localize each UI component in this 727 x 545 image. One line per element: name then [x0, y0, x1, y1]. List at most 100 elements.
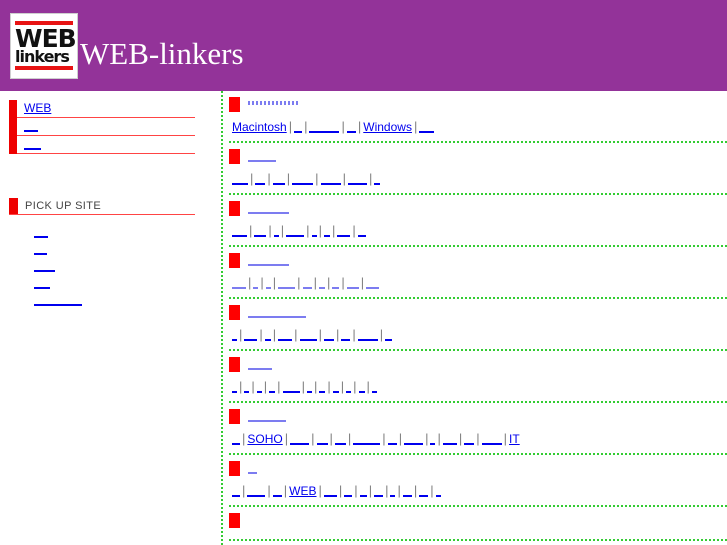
category-link-5[interactable]: [419, 119, 435, 133]
category-link-0[interactable]: [232, 483, 240, 497]
pickup-site-link-0[interactable]: [34, 224, 48, 238]
category-title[interactable]: [248, 408, 286, 424]
link-separator: |: [354, 483, 358, 498]
red-square-bullet-icon: [229, 460, 240, 476]
category-link-5[interactable]: [347, 171, 367, 185]
sidebar-nav-row[interactable]: [17, 118, 195, 136]
link-separator: |: [342, 171, 346, 186]
category-link-4[interactable]: [299, 327, 317, 341]
category-link-3[interactable]: [278, 327, 293, 341]
link-separator: |: [413, 483, 418, 498]
sidebar-nav-row[interactable]: [17, 136, 195, 154]
category-link-3[interactable]: WEB: [289, 484, 316, 498]
link-separator: |: [248, 275, 252, 290]
category-title[interactable]: [248, 148, 276, 164]
category-link-7[interactable]: [404, 431, 424, 445]
category-link-12[interactable]: IT: [509, 432, 520, 446]
category-link-2[interactable]: [272, 483, 282, 497]
link-separator: |: [313, 275, 317, 290]
category-title-link-6[interactable]: [248, 408, 286, 422]
category-link-4[interactable]: Windows: [363, 120, 412, 134]
category-link-1[interactable]: SOHO: [247, 432, 282, 446]
category-link-6[interactable]: [337, 223, 351, 237]
category-link-9[interactable]: [358, 379, 365, 393]
category-title-link-4[interactable]: [248, 304, 306, 318]
category-title-link-7[interactable]: [248, 460, 257, 474]
category-link-5[interactable]: [323, 327, 334, 341]
category-link-9[interactable]: [402, 483, 412, 497]
pickup-site-item[interactable]: [9, 224, 195, 241]
category-link-1[interactable]: [244, 327, 258, 341]
category-title-link[interactable]: [248, 100, 300, 109]
sidebar-nav-row[interactable]: WEB: [17, 100, 195, 118]
category-link-3[interactable]: [316, 431, 328, 445]
category-link-6[interactable]: [387, 431, 397, 445]
category-link-4[interactable]: [323, 483, 337, 497]
category-link-6[interactable]: [359, 483, 367, 497]
category-link-9[interactable]: [442, 431, 457, 445]
category-link-4[interactable]: [320, 171, 341, 185]
category-title-link-2[interactable]: [248, 200, 289, 214]
category-link-2[interactable]: [290, 431, 310, 445]
category-link-1[interactable]: [254, 223, 267, 237]
category-title[interactable]: [248, 200, 289, 216]
category-link-1[interactable]: [294, 119, 303, 133]
category-link-0[interactable]: [232, 431, 240, 445]
category-link-4[interactable]: [302, 275, 312, 289]
missing-glyph-dot-icon: [268, 101, 270, 105]
category-link-4[interactable]: [311, 223, 317, 237]
category-link-row: | | | | | | | |: [229, 326, 727, 344]
category-link-0[interactable]: [232, 223, 247, 237]
category-link-10[interactable]: [464, 431, 475, 445]
category-link-6[interactable]: [374, 171, 381, 185]
category-link-3[interactable]: [286, 223, 305, 237]
category-link-5[interactable]: [353, 431, 381, 445]
category-link-0[interactable]: Macintosh: [232, 120, 287, 134]
category-link-2[interactable]: [309, 119, 340, 133]
category-link-11[interactable]: [435, 483, 441, 497]
pickup-site-link-1[interactable]: [34, 241, 47, 255]
category-link-0[interactable]: [232, 171, 248, 185]
category-link-7[interactable]: [346, 275, 359, 289]
category-link-10[interactable]: [371, 379, 377, 393]
sidebar-nav-link-0[interactable]: WEB: [24, 101, 51, 115]
category-link-3[interactable]: [292, 171, 314, 185]
category-link-8[interactable]: [385, 327, 393, 341]
pickup-site-link-2[interactable]: [34, 258, 55, 272]
pickup-site-link-4[interactable]: [34, 292, 82, 306]
category-link-4[interactable]: [282, 379, 300, 393]
category-link-0[interactable]: [232, 275, 246, 289]
category-link-1[interactable]: [255, 171, 266, 185]
category-title[interactable]: [248, 304, 306, 320]
category-title-link-3[interactable]: [248, 252, 289, 266]
category-title[interactable]: [248, 96, 300, 112]
sidebar-nav-link-1[interactable]: [24, 118, 38, 132]
category-link-3[interactable]: [278, 275, 296, 289]
category-title[interactable]: [248, 252, 289, 268]
category-link-10[interactable]: [419, 483, 429, 497]
category-title-link-1[interactable]: [248, 148, 276, 162]
category-link-7[interactable]: [332, 379, 339, 393]
pickup-site-link-3[interactable]: [34, 275, 50, 289]
category-link-4[interactable]: [334, 431, 346, 445]
category-title[interactable]: [248, 356, 272, 372]
category-link-2[interactable]: [264, 327, 271, 341]
category-link-6[interactable]: [341, 327, 351, 341]
pickup-site-item[interactable]: [9, 258, 195, 275]
pickup-site-item[interactable]: [9, 241, 195, 258]
category-link-2[interactable]: [272, 171, 285, 185]
pickup-site-item[interactable]: [9, 275, 195, 292]
category-link-8[interactable]: [366, 275, 380, 289]
missing-glyph-dot-icon: [280, 101, 282, 105]
category-link-7[interactable]: [374, 483, 384, 497]
category-title-link-5[interactable]: [248, 356, 272, 370]
category-link-1[interactable]: [247, 483, 266, 497]
sidebar-nav-link-2[interactable]: [24, 136, 41, 150]
link-separator: |: [341, 119, 345, 134]
category-title[interactable]: [248, 460, 257, 476]
pickup-site-item[interactable]: [9, 292, 195, 309]
category-link-7[interactable]: [357, 327, 378, 341]
category-link-7[interactable]: [357, 223, 366, 237]
category-link-11[interactable]: [481, 431, 502, 445]
category-link-3[interactable]: [346, 119, 356, 133]
